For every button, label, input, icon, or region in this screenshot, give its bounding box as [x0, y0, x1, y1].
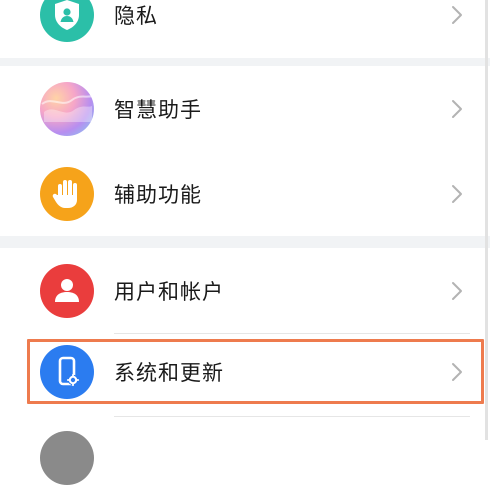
next-item-icon	[40, 431, 94, 485]
list-divider	[114, 416, 470, 417]
chevron-right-icon	[452, 184, 462, 203]
chevron-right-icon	[452, 6, 462, 24]
settings-item-privacy[interactable]: 隐私	[0, 0, 490, 58]
settings-item-label: 智慧助手	[114, 98, 202, 122]
chevron-right-icon	[452, 100, 462, 118]
user-account-icon	[40, 264, 94, 318]
privacy-shield-icon	[40, 0, 94, 42]
settings-item-label: 用户和帐户	[114, 280, 224, 304]
settings-item-label: 系统和更新	[114, 360, 224, 385]
accessibility-hand-icon	[40, 166, 94, 221]
settings-item-label: 隐私	[114, 4, 158, 28]
scrollbar[interactable]	[485, 0, 488, 440]
section-gap	[0, 236, 490, 248]
system-update-icon	[40, 344, 94, 399]
settings-item-accessibility[interactable]: 辅助功能	[0, 151, 490, 236]
smart-assistant-icon	[40, 82, 94, 136]
settings-item-label: 辅助功能	[114, 182, 202, 207]
chevron-right-icon	[452, 362, 462, 381]
settings-item-system-updates[interactable]: 系统和更新	[0, 334, 490, 409]
settings-item-users-accounts[interactable]: 用户和帐户	[0, 248, 490, 334]
settings-item-smart-assistant[interactable]: 智慧助手	[0, 66, 490, 152]
chevron-right-icon	[452, 282, 462, 300]
